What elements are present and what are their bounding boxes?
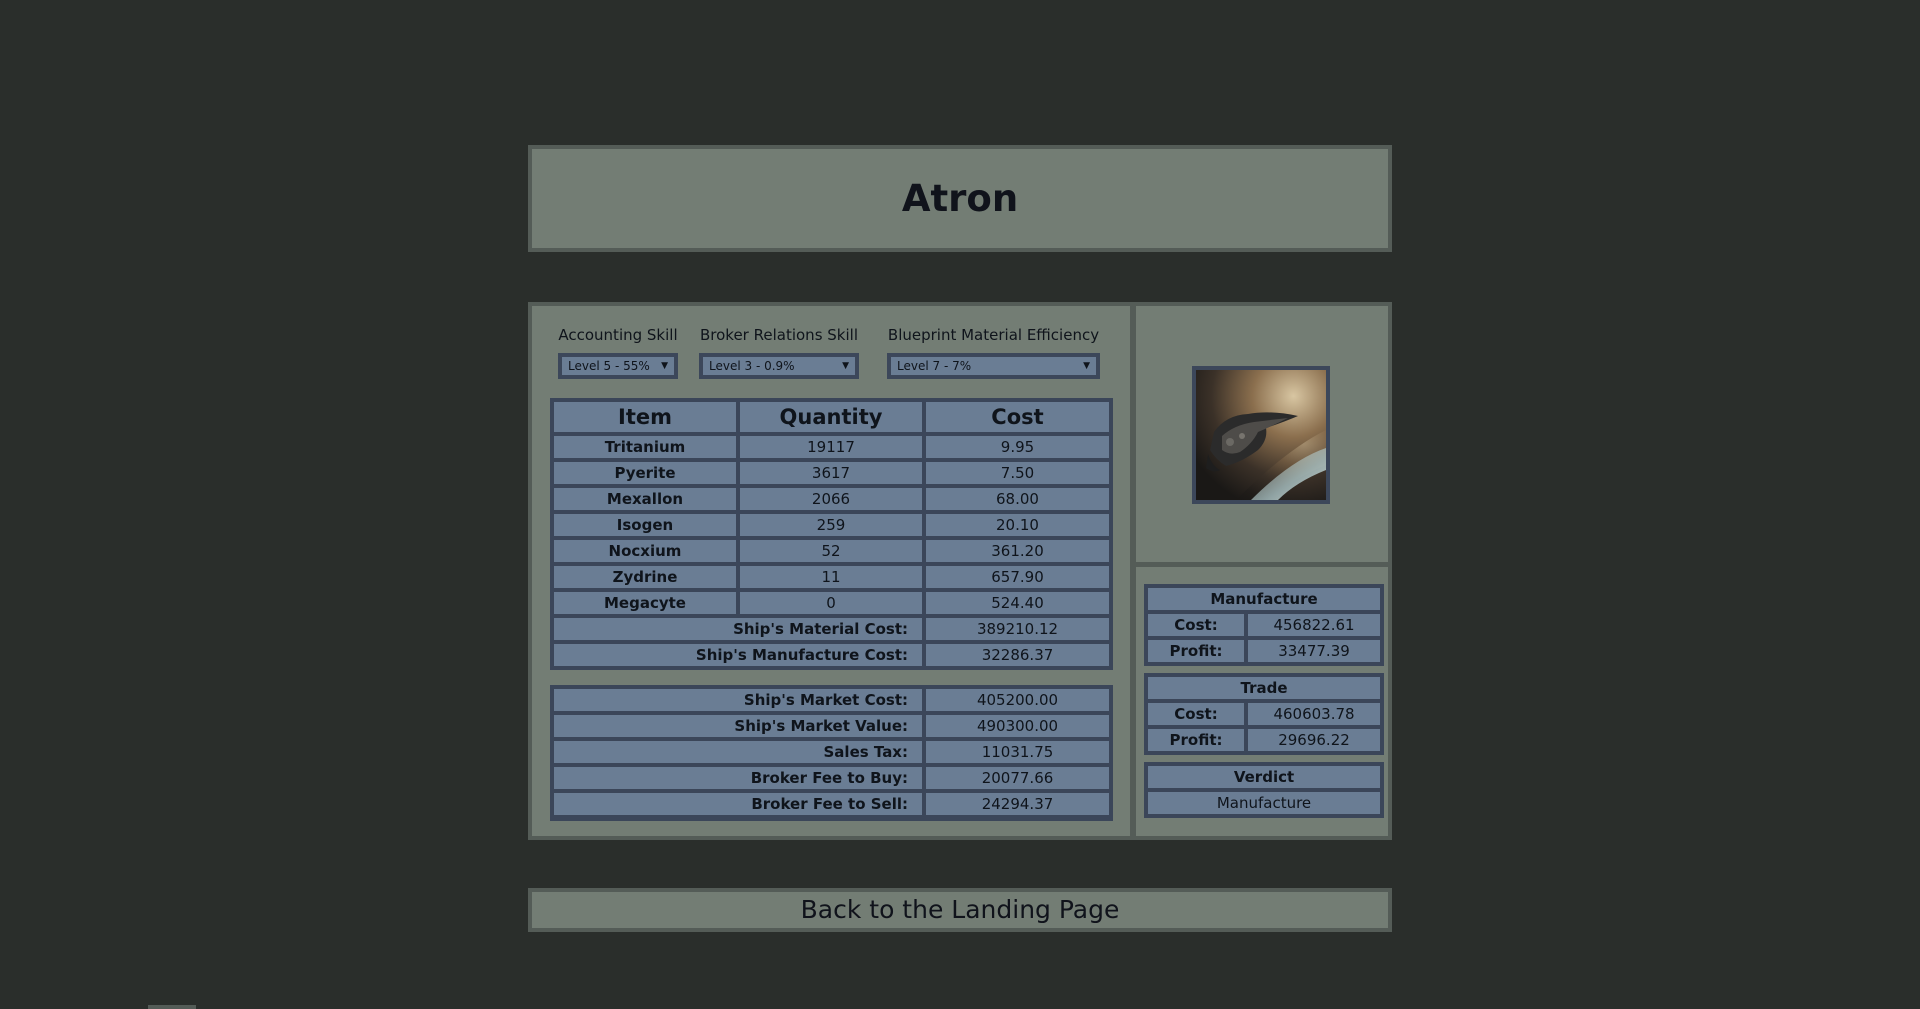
material-name: Isogen (552, 512, 738, 538)
ship-calculator-panel: Accounting Skill Level 5 - 55% ▼ Broker … (528, 302, 1392, 840)
table-row: Isogen 259 20.10 (552, 512, 1111, 538)
manufacture-title: Manufacture (1146, 586, 1382, 612)
page-title: Atron (901, 177, 1019, 220)
sales-tax-label: Sales Tax: (552, 739, 924, 765)
broker-fee-buy-label: Broker Fee to Buy: (552, 765, 924, 791)
market-value-value: 490300.00 (924, 713, 1111, 739)
broker-fee-sell-label: Broker Fee to Sell: (552, 791, 924, 817)
material-quantity: 259 (738, 512, 924, 538)
manufacture-cost-label: Cost: (1146, 612, 1246, 638)
broker-skill-group: Broker Relations Skill Level 3 - 0.9% ▼ (699, 326, 859, 379)
header-item: Item (552, 400, 738, 434)
market-value-label: Ship's Market Value: (552, 713, 924, 739)
back-to-landing-link[interactable]: Back to the Landing Page (532, 892, 1388, 928)
broker-fee-sell-value: 24294.37 (924, 791, 1111, 817)
panel-divider (1130, 306, 1136, 836)
material-name: Pyerite (552, 460, 738, 486)
material-name: Megacyte (552, 590, 738, 616)
broker-fee-buy-value: 20077.66 (924, 765, 1111, 791)
trade-profit-label: Profit: (1146, 727, 1246, 753)
material-quantity: 19117 (738, 434, 924, 460)
table-row: Broker Fee to Sell: 24294.37 (552, 791, 1111, 817)
market-cost-label: Ship's Market Cost: (552, 687, 924, 713)
verdict-box: Verdict Manufacture (1144, 762, 1384, 818)
material-cost-label: Ship's Material Cost: (552, 616, 924, 642)
material-cost: 361.20 (924, 538, 1111, 564)
material-cost: 68.00 (924, 486, 1111, 512)
material-cost: 657.90 (924, 564, 1111, 590)
material-cost: 9.95 (924, 434, 1111, 460)
title-panel: Atron (528, 145, 1392, 252)
trade-cost-value: 460603.78 (1246, 701, 1382, 727)
market-cost-value: 405200.00 (924, 687, 1111, 713)
manufacture-cost-label: Ship's Manufacture Cost: (552, 642, 924, 668)
broker-skill-select[interactable]: Level 3 - 0.9% ▼ (699, 353, 859, 379)
back-panel: Back to the Landing Page (528, 888, 1392, 932)
trade-cost-label: Cost: (1146, 701, 1246, 727)
sales-tax-value: 11031.75 (924, 739, 1111, 765)
blueprint-me-select[interactable]: Level 7 - 7% ▼ (887, 353, 1100, 379)
manufacture-cost-value: 32286.37 (924, 642, 1111, 668)
material-quantity: 11 (738, 564, 924, 590)
summary-row: Ship's Manufacture Cost: 32286.37 (552, 642, 1111, 668)
material-name: Mexallon (552, 486, 738, 512)
blueprint-me-label: Blueprint Material Efficiency (887, 326, 1100, 344)
material-name: Nocxium (552, 538, 738, 564)
material-name: Zydrine (552, 564, 738, 590)
materials-table: Item Quantity Cost Tritanium 19117 9.95 … (550, 398, 1113, 670)
table-row: Broker Fee to Buy: 20077.66 (552, 765, 1111, 791)
table-row: Mexallon 2066 68.00 (552, 486, 1111, 512)
verdict-title: Verdict (1146, 764, 1382, 790)
verdict-value: Manufacture (1146, 790, 1382, 816)
accounting-skill-value: Level 5 - 55% (568, 359, 650, 373)
scrollbar-thumb[interactable] (148, 1005, 196, 1009)
accounting-skill-label: Accounting Skill (558, 326, 678, 344)
accounting-skill-group: Accounting Skill Level 5 - 55% ▼ (558, 326, 678, 379)
table-row: Zydrine 11 657.90 (552, 564, 1111, 590)
market-table: Ship's Market Cost: 405200.00 Ship's Mar… (550, 685, 1113, 821)
material-quantity: 2066 (738, 486, 924, 512)
header-cost: Cost (924, 400, 1111, 434)
broker-skill-label: Broker Relations Skill (700, 326, 858, 344)
summary-row: Ship's Material Cost: 389210.12 (552, 616, 1111, 642)
table-row: Tritanium 19117 9.95 (552, 434, 1111, 460)
accounting-skill-select[interactable]: Level 5 - 55% ▼ (558, 353, 678, 379)
manufacture-cost-value: 456822.61 (1246, 612, 1382, 638)
manufacture-box: Manufacture Cost: 456822.61 Profit: 3347… (1144, 584, 1384, 666)
table-row: Ship's Market Cost: 405200.00 (552, 687, 1111, 713)
material-quantity: 0 (738, 590, 924, 616)
table-row: Ship's Market Value: 490300.00 (552, 713, 1111, 739)
table-row: Pyerite 3617 7.50 (552, 460, 1111, 486)
dropdown-arrow-icon: ▼ (661, 361, 668, 371)
ship-render-icon (1196, 370, 1326, 500)
material-cost: 7.50 (924, 460, 1111, 486)
table-row: Sales Tax: 11031.75 (552, 739, 1111, 765)
trade-box: Trade Cost: 460603.78 Profit: 29696.22 (1144, 673, 1384, 755)
material-name: Tritanium (552, 434, 738, 460)
material-quantity: 3617 (738, 460, 924, 486)
header-quantity: Quantity (738, 400, 924, 434)
material-cost-value: 389210.12 (924, 616, 1111, 642)
table-row: Nocxium 52 361.20 (552, 538, 1111, 564)
table-header-row: Item Quantity Cost (552, 400, 1111, 434)
table-row: Megacyte 0 524.40 (552, 590, 1111, 616)
manufacture-profit-value: 33477.39 (1246, 638, 1382, 664)
blueprint-me-value: Level 7 - 7% (897, 359, 972, 373)
material-cost: 524.40 (924, 590, 1111, 616)
dropdown-arrow-icon: ▼ (842, 361, 849, 371)
material-quantity: 52 (738, 538, 924, 564)
dropdown-arrow-icon: ▼ (1083, 361, 1090, 371)
image-divider (1136, 562, 1388, 567)
manufacture-profit-label: Profit: (1146, 638, 1246, 664)
trade-title: Trade (1146, 675, 1382, 701)
blueprint-me-group: Blueprint Material Efficiency Level 7 - … (887, 326, 1100, 379)
broker-skill-value: Level 3 - 0.9% (709, 359, 795, 373)
trade-profit-value: 29696.22 (1246, 727, 1382, 753)
material-cost: 20.10 (924, 512, 1111, 538)
ship-image (1192, 366, 1330, 504)
